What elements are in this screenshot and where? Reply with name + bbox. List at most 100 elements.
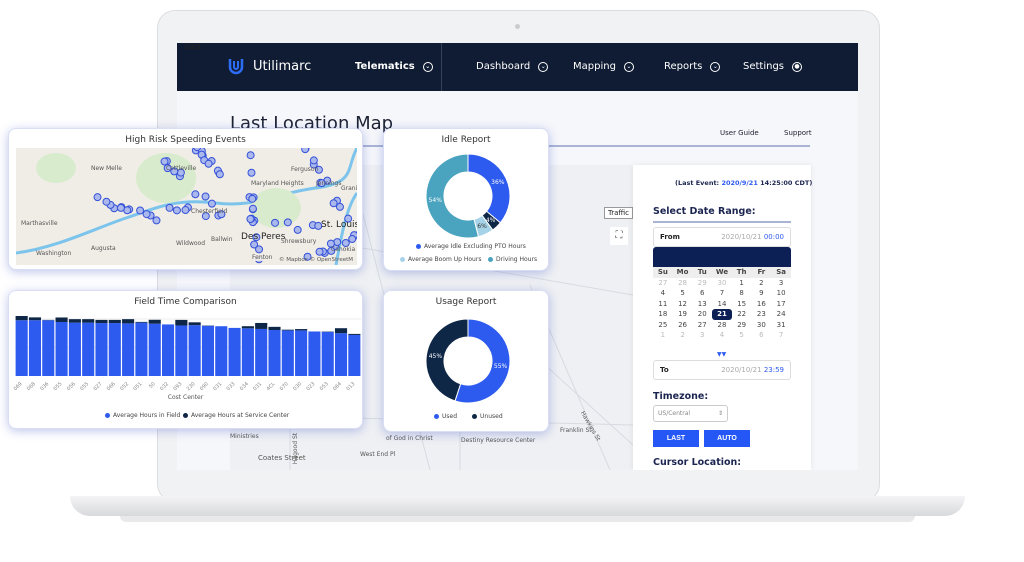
bar-service-center[interactable] [68,319,81,323]
bar-field[interactable] [255,328,268,376]
bar-service-center[interactable] [28,317,42,321]
calendar-day[interactable]: 26 [673,320,693,331]
speeding-event-marker[interactable] [181,206,190,215]
module-telematics[interactable]: Telematics ⌄ [355,61,433,72]
calendar-day[interactable]: 29 [732,320,752,331]
speeding-event-marker[interactable] [348,235,357,244]
last-button[interactable]: LAST [653,430,699,447]
speeding-event-marker[interactable] [246,215,255,224]
speeding-event-marker[interactable] [193,148,202,152]
speeding-event-marker[interactable] [136,206,145,215]
speeding-event-marker[interactable] [248,204,257,213]
speeding-event-marker[interactable] [246,151,255,160]
calendar-day[interactable]: 22 [732,309,752,320]
calendar-day[interactable]: 12 [673,299,693,310]
calendar-day[interactable]: 11 [653,299,673,310]
calendar-day[interactable]: 20 [692,309,712,320]
speeding-map[interactable]: New Melle Marthasville Washington Augusta Ch… [16,148,357,265]
speeding-event-marker[interactable] [152,216,161,225]
bar-field[interactable] [268,330,281,376]
calendar-day[interactable]: 16 [752,299,772,310]
speeding-event-marker[interactable] [309,156,318,165]
bar-service-center[interactable] [82,319,95,323]
calendar-day[interactable]: 28 [712,320,732,331]
calendar-day[interactable]: 24 [771,309,791,320]
bar-service-center[interactable] [255,322,268,329]
timezone-select[interactable]: US/Central ⇕ [653,405,728,422]
bar-field[interactable] [175,325,188,376]
calendar-day[interactable]: 27 [692,320,712,331]
speeding-event-marker[interactable] [172,206,181,215]
bar-service-center[interactable] [241,326,254,329]
calendar-day[interactable]: 9 [752,288,772,299]
calendar-day[interactable]: 27 [653,278,673,289]
speeding-event-marker[interactable] [335,202,344,211]
bar-field[interactable] [308,331,321,376]
bar-field[interactable] [148,323,161,376]
calendar-day[interactable]: 21 [712,309,732,320]
calendar-day[interactable]: 2 [752,278,772,289]
calendar-day[interactable]: 10 [771,288,791,299]
bar-field[interactable] [348,334,361,376]
calendar-day[interactable]: 4 [712,330,732,341]
from-field[interactable]: From 2020/10/21 00:00 [653,227,791,247]
nav-reports[interactable]: Reports ⌄ [664,61,721,72]
speeding-event-marker[interactable] [93,193,102,202]
calendar-day[interactable]: 28 [673,278,693,289]
calendar-day[interactable]: 18 [653,309,673,320]
bar-field[interactable] [321,331,334,376]
calendar-day[interactable]: 2 [673,330,693,341]
brand-logo[interactable]: Utilimarc [227,57,311,75]
calendar-day[interactable]: 6 [692,288,712,299]
speeding-event-marker[interactable] [283,218,292,227]
calendar-day[interactable]: 4 [653,288,673,299]
speeding-event-marker[interactable] [248,194,257,203]
bar-service-center[interactable] [295,329,308,331]
calendar-day[interactable]: 25 [653,320,673,331]
speeding-event-marker[interactable] [142,210,151,219]
bar-service-center[interactable] [175,319,188,326]
calendar-day[interactable]: 1 [732,278,752,289]
calendar-day[interactable]: 19 [673,309,693,320]
bar-field[interactable] [28,320,42,376]
bar-service-center[interactable] [108,319,121,324]
calendar-day[interactable]: 23 [752,309,772,320]
bar-service-center[interactable] [334,328,348,334]
calendar-day[interactable]: 29 [692,278,712,289]
speeding-event-marker[interactable] [255,245,264,254]
auto-button[interactable]: AUTO [704,430,750,447]
speeding-event-marker[interactable] [315,247,324,256]
calendar-day[interactable]: 5 [732,330,752,341]
speeding-event-marker[interactable] [191,190,200,199]
bar-field[interactable] [82,322,95,376]
speeding-event-marker[interactable] [204,159,213,168]
calendar-day[interactable]: 7 [771,330,791,341]
bar-field[interactable] [295,330,308,376]
calendar-day[interactable]: 3 [692,330,712,341]
donut-slice[interactable] [467,153,511,224]
bar-service-center[interactable] [15,316,28,321]
bar-field[interactable] [281,330,294,376]
support-link[interactable]: Support [784,129,812,137]
calendar-day[interactable]: 13 [692,299,712,310]
speeding-event-marker[interactable] [116,203,125,212]
speeding-event-marker[interactable] [201,192,210,201]
speeding-event-marker[interactable] [271,218,280,227]
speeding-event-marker[interactable] [207,199,216,208]
bar-service-center[interactable] [122,319,135,324]
bar-field[interactable] [161,324,175,376]
nav-settings[interactable]: Settings ● [743,61,803,72]
bar-field[interactable] [68,322,81,376]
user-guide-link[interactable]: User Guide [720,129,759,137]
speeding-event-marker[interactable] [215,170,224,179]
speeding-event-marker[interactable] [293,225,302,234]
speeding-event-marker[interactable] [247,168,256,177]
bar-service-center[interactable] [148,319,161,324]
calendar-day[interactable]: 8 [732,288,752,299]
calendar-day[interactable]: 17 [771,299,791,310]
bar-field[interactable] [42,320,55,376]
calendar-day[interactable]: 6 [752,330,772,341]
nav-mapping[interactable]: Mapping ⌄ [573,61,634,72]
to-field[interactable]: To 2020/10/21 23:59 [653,360,791,380]
fullscreen-icon[interactable]: ⛶ [610,227,628,245]
